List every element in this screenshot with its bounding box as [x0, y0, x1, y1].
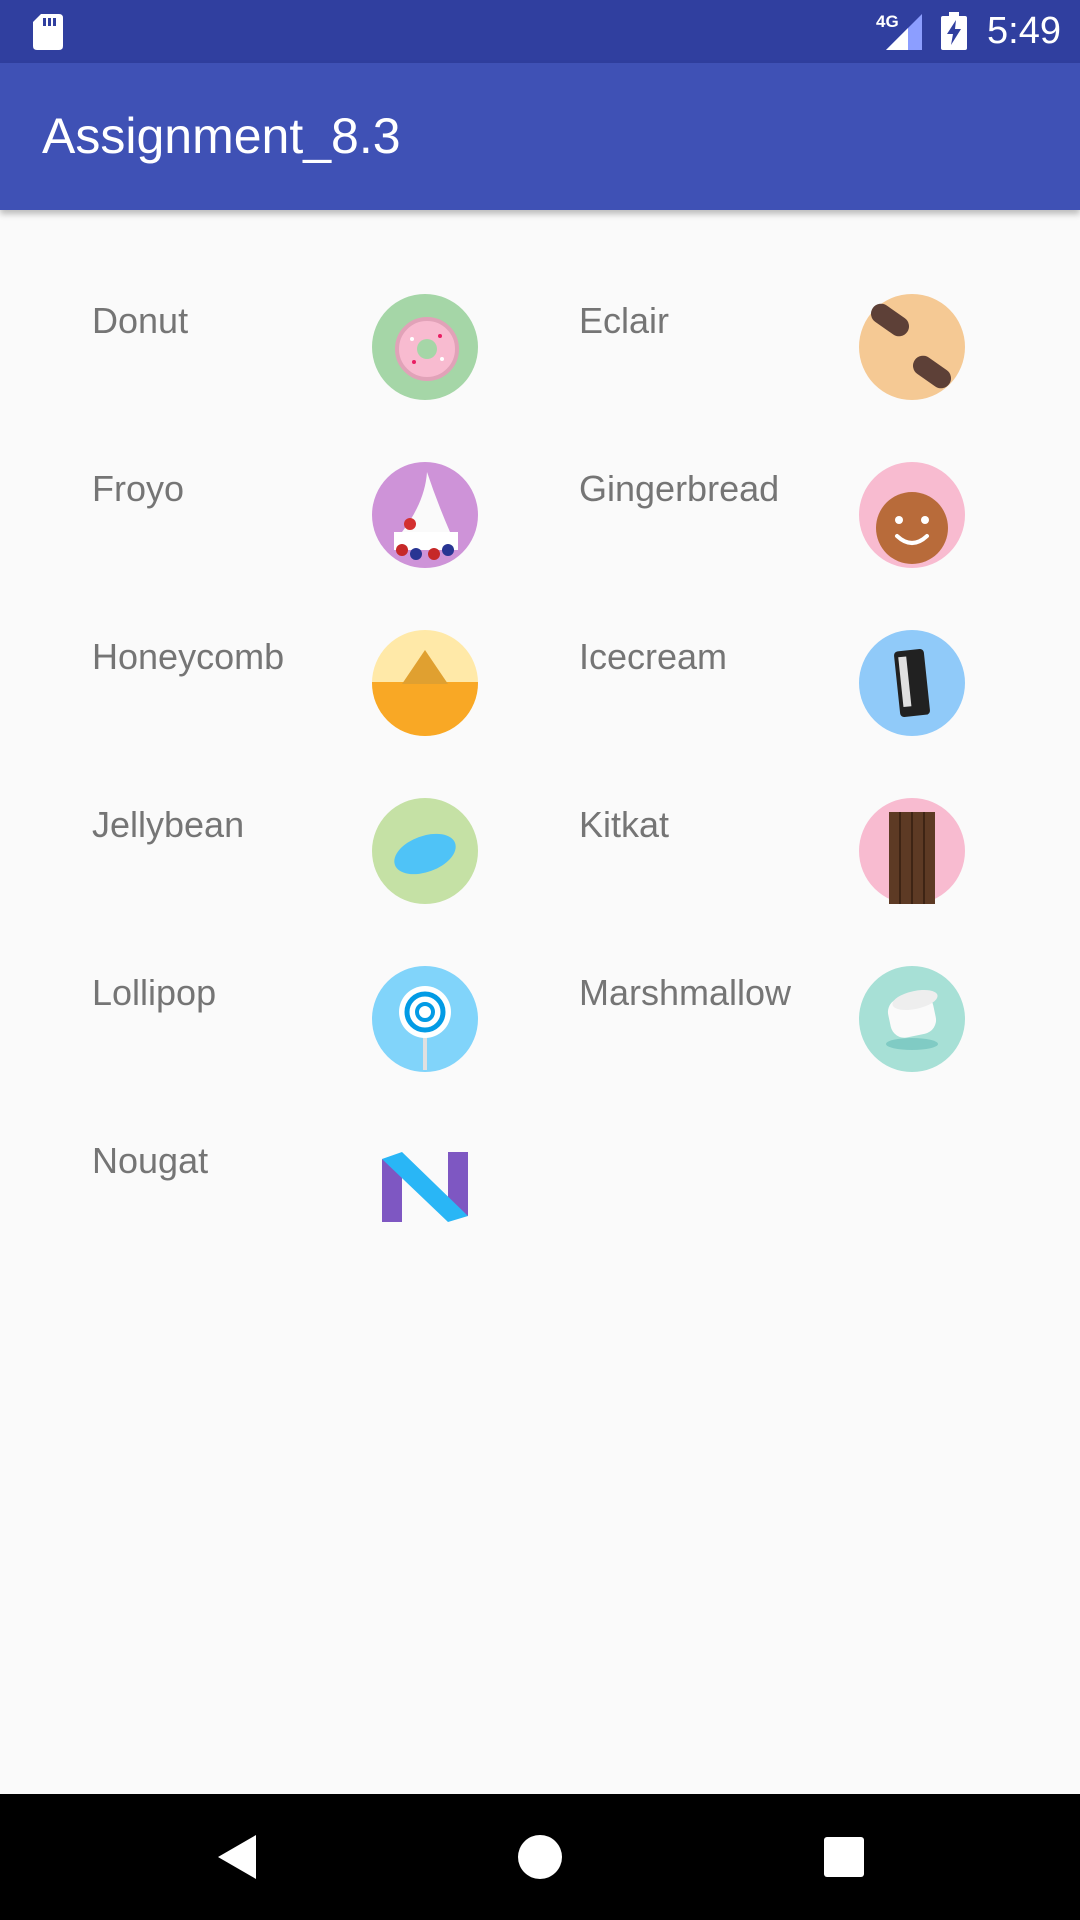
item-label: Eclair [579, 300, 670, 341]
item-label: Honeycomb [92, 636, 285, 677]
list-item-donut[interactable]: Donut [92, 210, 572, 400]
nougat-icon [382, 1152, 468, 1222]
item-label: Lollipop [92, 972, 217, 1013]
status-bar: 4G 5:49 [0, 0, 1080, 63]
item-label: Icecream [579, 636, 728, 677]
app-title: Assignment_8.3 [42, 108, 401, 164]
item-label: Kitkat [579, 804, 670, 845]
item-label: Nougat [92, 1140, 209, 1181]
list-item-lollipop[interactable]: Lollipop [92, 882, 572, 1072]
marshmallow-icon [859, 966, 965, 1072]
item-label: Marshmallow [579, 972, 792, 1013]
item-label: Froyo [92, 468, 185, 509]
home-icon[interactable] [510, 1827, 570, 1887]
list-item-nougat[interactable]: Nougat [92, 1050, 572, 1222]
network-type-label: 4G [876, 12, 899, 31]
list-item-icecream[interactable]: Icecream [579, 546, 1059, 736]
recents-icon[interactable] [814, 1827, 874, 1887]
list-item-jellybean[interactable]: Jellybean [92, 714, 572, 904]
list-item-kitkat[interactable]: Kitkat [579, 714, 1059, 904]
battery-charging-icon [941, 12, 967, 50]
list-item-eclair[interactable]: Eclair [579, 210, 1059, 400]
list-item-froyo[interactable]: Froyo [92, 378, 572, 568]
item-label: Donut [92, 300, 189, 341]
list-item-marshmallow[interactable]: Marshmallow [579, 882, 1059, 1072]
item-label: Gingerbread [579, 468, 780, 509]
list-item-honeycomb[interactable]: Honeycomb [92, 546, 572, 736]
item-label: Jellybean [92, 804, 245, 845]
navigation-bar [0, 1794, 1080, 1920]
list-item-gingerbread[interactable]: Gingerbread [579, 378, 1059, 568]
clock: 5:49 [987, 10, 1061, 52]
app-bar: Assignment_8.3 [0, 63, 1080, 210]
back-icon[interactable] [206, 1827, 266, 1887]
sd-card-icon [33, 14, 63, 50]
